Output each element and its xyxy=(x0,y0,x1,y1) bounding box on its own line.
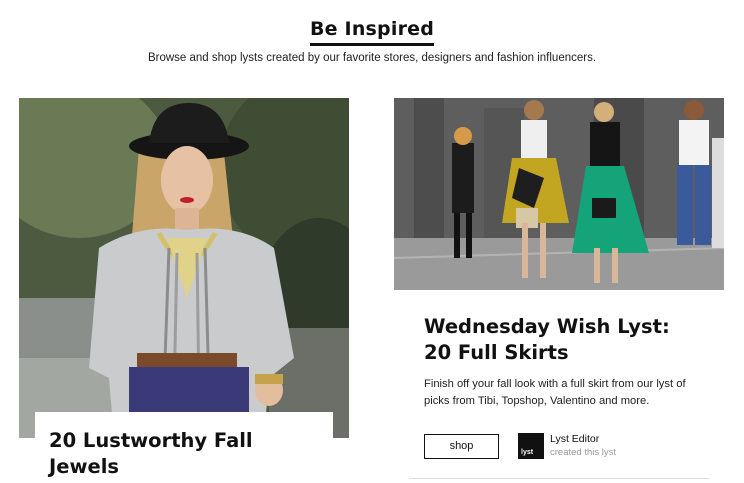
card-title-fall-jewels[interactable]: 20 Lustworthy Fall Jewels xyxy=(49,428,319,480)
shop-button[interactable]: shop xyxy=(424,433,499,459)
divider xyxy=(409,478,709,479)
card-image-fall-jewels[interactable] xyxy=(19,98,349,438)
card-description: Finish off your fall look with a full sk… xyxy=(424,378,686,407)
section-subtitle: Browse and shop lysts created by our fav… xyxy=(147,52,597,64)
section-heading: Be Inspired xyxy=(0,18,744,46)
card-title-box: 20 Lustworthy Fall Jewels xyxy=(35,412,333,483)
lyst-editor[interactable]: lyst Lyst Editor created this lyst xyxy=(518,433,616,459)
avatar[interactable]: lyst xyxy=(518,433,544,459)
card-title-full-skirts[interactable]: Wednesday Wish Lyst: 20 Full Skirts xyxy=(424,314,694,366)
avatar-label: lyst xyxy=(521,449,534,456)
card-image-full-skirts[interactable] xyxy=(394,98,724,290)
editor-info: Lyst Editor created this lyst xyxy=(550,433,616,459)
card-actions: shop lyst Lyst Editor created this lyst xyxy=(424,433,694,459)
card-content-full-skirts: Wednesday Wish Lyst: 20 Full Skirts Fini… xyxy=(409,298,709,480)
editor-name[interactable]: Lyst Editor xyxy=(550,433,616,446)
section-title: Be Inspired xyxy=(309,18,435,46)
editor-subtitle: created this lyst xyxy=(550,447,616,458)
